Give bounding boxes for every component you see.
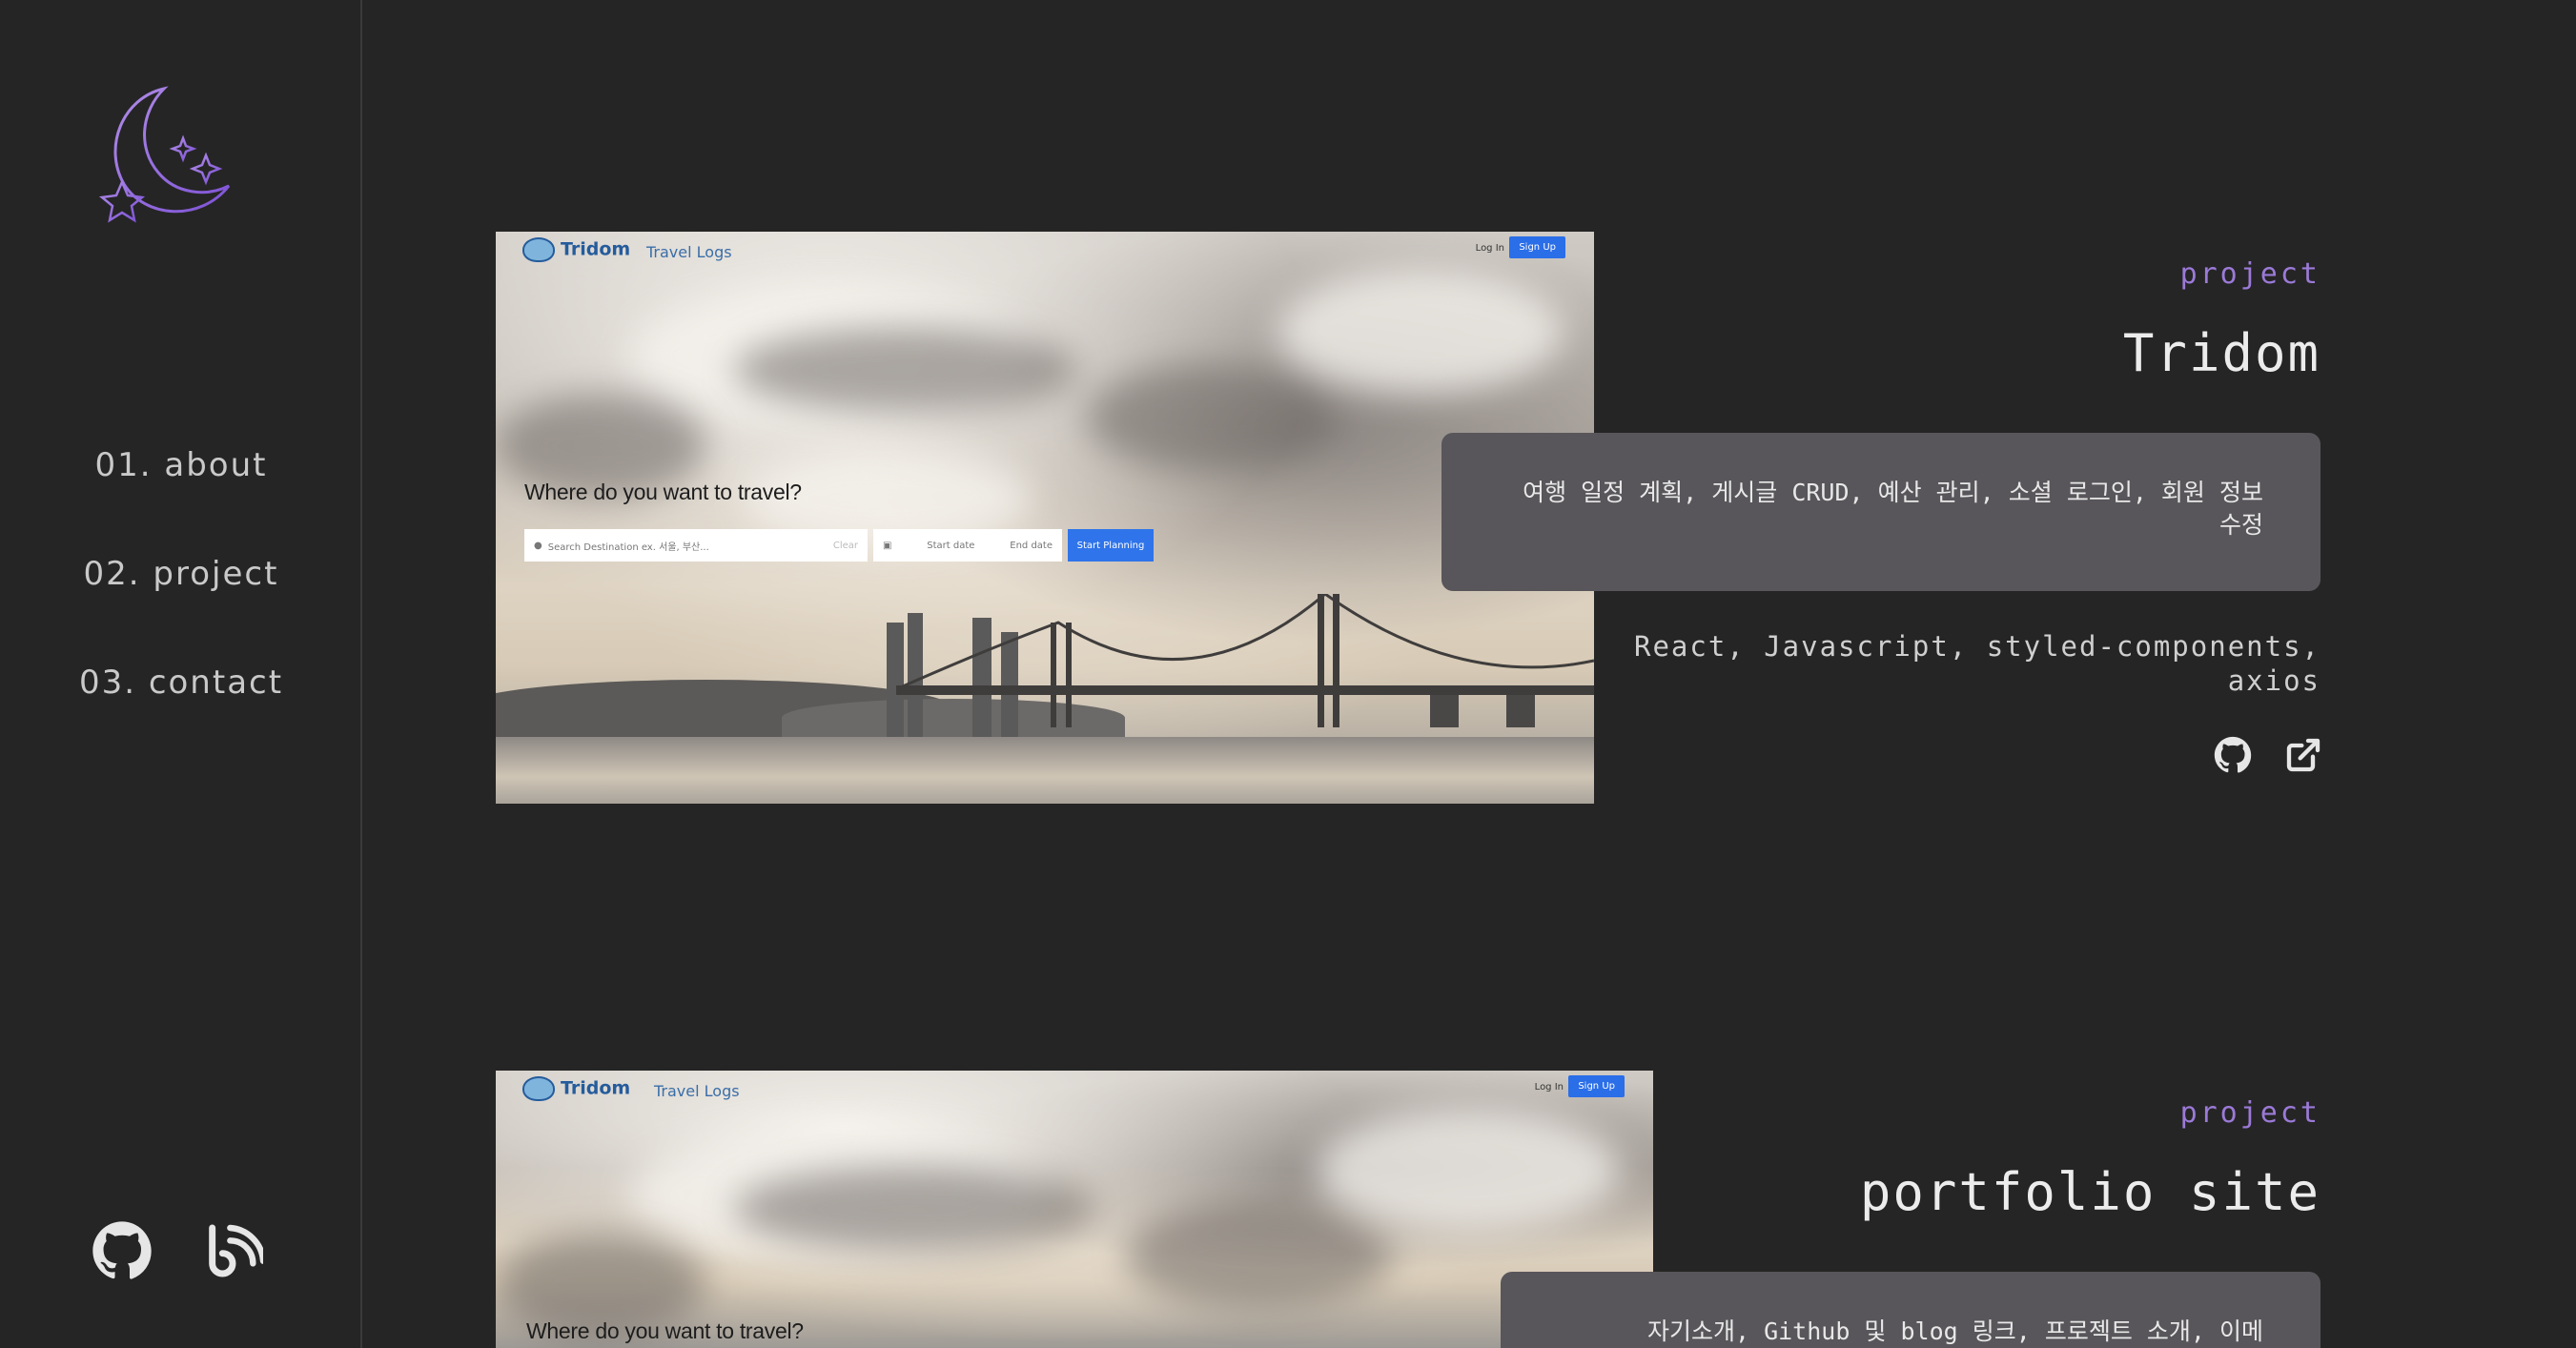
pin-icon: ● [534,540,542,551]
cloud-decoration [1316,1109,1621,1233]
cloud-decoration [1278,270,1564,394]
signup-button: Sign Up [1568,1075,1625,1097]
social-links [92,1220,263,1281]
tridom-logo: Tridom [522,237,630,262]
start-planning-button: Start Planning [1068,529,1154,562]
search-row: ● Search Destination ex. 서울, 부산... Clear… [524,529,1154,562]
screenshot-headline: Where do you want to travel? [524,480,802,504]
bridge [896,594,1594,727]
screenshot-navbar: Tridom Travel Logs Log In Sign Up [496,232,1594,270]
calendar-icon: ▣ [883,540,892,551]
nav-item-about[interactable]: 01. about [0,439,362,547]
cloud-decoration [734,327,1077,413]
nav-item-project[interactable]: 02. project [0,547,362,656]
sea [496,737,1594,804]
project-screenshot[interactable]: Tridom Travel Logs Log In Sign Up Where … [496,232,1594,804]
tridom-logo: Tridom [522,1076,630,1101]
project-screenshot[interactable]: Tridom Travel Logs Log In Sign Up Where … [496,1071,1653,1348]
project-label: project [2179,1096,2320,1130]
cloud-decoration [1087,365,1335,470]
github-icon[interactable] [92,1220,153,1281]
project-description: 여행 일정 계획, 게시글 CRUD, 예산 관리, 소셜 로그인, 회원 정보… [1441,433,2320,591]
travel-logs-tab: Travel Logs [646,243,732,261]
project-meta: project portfolio site [1748,1096,2320,1222]
project-meta: project Tridom [1748,257,2320,383]
date-picker: ▣ Start date End date [873,529,1062,562]
screenshot-headline: Where do you want to travel? [526,1318,804,1343]
destination-input: ● Search Destination ex. 서울, 부산... Clear [524,529,868,562]
blog-icon[interactable] [202,1220,263,1281]
github-icon[interactable] [2214,736,2252,774]
brand-text: Tridom [561,1077,631,1099]
cloud-icon [522,237,555,262]
brand-text: Tridom [561,238,631,260]
project-title: portfolio site [1859,1162,2320,1222]
start-date: Start date [927,540,975,551]
nav-item-contact[interactable]: 03. contact [0,656,362,765]
login-link: Log In [1475,243,1504,254]
project-title: Tridom [2122,323,2320,383]
project-links [2214,736,2322,774]
project-label: project [2179,257,2320,291]
external-link-icon[interactable] [2284,736,2322,774]
search-placeholder: Search Destination ex. 서울, 부산... [547,541,709,553]
screenshot-navbar: Tridom Travel Logs Log In Sign Up [496,1071,1653,1109]
login-link: Log In [1534,1082,1564,1093]
project-description: 자기소개, Github 및 blog 링크, 프로젝트 소개, 이메 [1501,1272,2320,1348]
sidebar: 01. about 02. project 03. contact [0,0,362,1348]
travel-logs-tab: Travel Logs [654,1082,740,1100]
main-nav: 01. about 02. project 03. contact [0,439,362,765]
cloud-decoration [1125,1204,1392,1309]
moon-stars-logo[interactable] [95,81,248,224]
cloud-decoration [734,1166,1096,1252]
signup-button: Sign Up [1509,236,1565,258]
clear-text: Clear [832,540,858,551]
end-date: End date [1010,540,1053,551]
project-tech-stack: React, Javascript, styled-components, ax… [1633,630,2320,697]
cloud-icon [522,1076,555,1101]
